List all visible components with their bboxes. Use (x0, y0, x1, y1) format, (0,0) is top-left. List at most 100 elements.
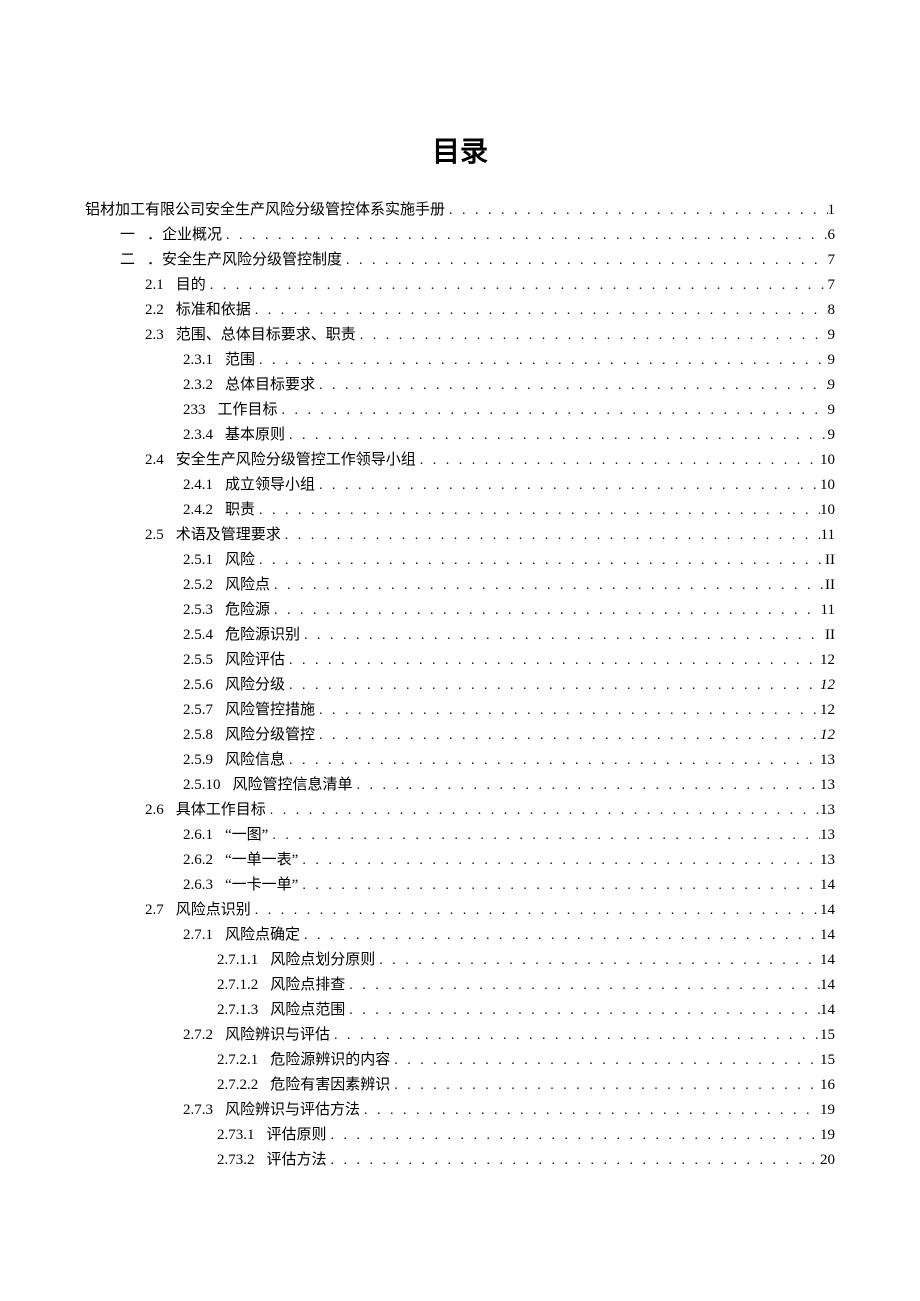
toc-entry[interactable]: 2.3.4基本原则. . . . . . . . . . . . . . . .… (85, 423, 835, 448)
toc-leader-dots: . . . . . . . . . . . . . . . . . . . . … (285, 673, 820, 698)
toc-leader-dots: . . . . . . . . . . . . . . . . . . . . … (356, 323, 828, 348)
toc-entry[interactable]: 2.7.1.3风险点范围. . . . . . . . . . . . . . … (85, 998, 835, 1023)
toc-entry[interactable]: 2.7.3风险辨识与评估方法. . . . . . . . . . . . . … (85, 1098, 835, 1123)
toc-entry[interactable]: 2.5.8风险分级管控. . . . . . . . . . . . . . .… (85, 723, 835, 748)
toc-entry[interactable]: 2.7.2.2危险有害因素辨识. . . . . . . . . . . . .… (85, 1073, 835, 1098)
toc-leader-dots: . . . . . . . . . . . . . . . . . . . . … (251, 898, 820, 923)
toc-entry-text: 风险点范围 (270, 998, 345, 1023)
toc-leader-dots: . . . . . . . . . . . . . . . . . . . . … (330, 1023, 820, 1048)
toc-entry[interactable]: 2.5.9风险信息. . . . . . . . . . . . . . . .… (85, 748, 835, 773)
toc-entry-page: 8 (828, 298, 836, 323)
toc-leader-dots: . . . . . . . . . . . . . . . . . . . . … (270, 573, 825, 598)
toc-entry-page: 1 (828, 198, 836, 223)
toc-entry[interactable]: 一．企业概况. . . . . . . . . . . . . . . . . … (85, 223, 835, 248)
toc-entry[interactable]: 2.5.10风险管控信息清单. . . . . . . . . . . . . … (85, 773, 835, 798)
toc-entry-number: 2.5.3 (183, 598, 225, 623)
toc-entry[interactable]: 2.4安全生产风险分级管控工作领导小组. . . . . . . . . . .… (85, 448, 835, 473)
toc-entry[interactable]: 2.6具体工作目标. . . . . . . . . . . . . . . .… (85, 798, 835, 823)
toc-entry-text: 职责 (225, 498, 255, 523)
toc-entry-page: 10 (820, 448, 835, 473)
toc-entry[interactable]: 2.7.2.1危险源辨识的内容. . . . . . . . . . . . .… (85, 1048, 835, 1073)
toc-entry[interactable]: 2.7.1风险点确定. . . . . . . . . . . . . . . … (85, 923, 835, 948)
toc-entry-number: 2.7.2 (183, 1023, 225, 1048)
toc-entry[interactable]: 2.3.2总体目标要求. . . . . . . . . . . . . . .… (85, 373, 835, 398)
toc-entry[interactable]: 2.5术语及管理要求. . . . . . . . . . . . . . . … (85, 523, 835, 548)
toc-entry-number: 2.6 (145, 798, 176, 823)
toc-entry-text: “一卡一单” (225, 873, 298, 898)
toc-entry-page: II (825, 623, 835, 648)
toc-entry[interactable]: 233工作目标. . . . . . . . . . . . . . . . .… (85, 398, 835, 423)
toc-entry[interactable]: 2.7.2风险辨识与评估. . . . . . . . . . . . . . … (85, 1023, 835, 1048)
toc-entry-page: 12 (820, 698, 835, 723)
toc-entry-number: 2.73.1 (217, 1123, 267, 1148)
toc-leader-dots: . . . . . . . . . . . . . . . . . . . . … (315, 473, 820, 498)
toc-entry-number: 233 (183, 398, 218, 423)
toc-entry[interactable]: 2.73.2评估方法. . . . . . . . . . . . . . . … (85, 1148, 835, 1173)
toc-leader-dots: . . . . . . . . . . . . . . . . . . . . … (342, 248, 827, 273)
toc-entry[interactable]: 2.5.5风险评估. . . . . . . . . . . . . . . .… (85, 648, 835, 673)
toc-entry-page: 14 (820, 923, 835, 948)
toc-entry-number: 2.5.9 (183, 748, 225, 773)
toc-entry-number: 2.5.7 (183, 698, 225, 723)
toc-entry-number: 2.3.2 (183, 373, 225, 398)
toc-entry-number: 2.7.2.2 (217, 1073, 270, 1098)
toc-entry-text: 范围、总体目标要求、职责 (176, 323, 356, 348)
toc-entry[interactable]: 2.5.4危险源识别. . . . . . . . . . . . . . . … (85, 623, 835, 648)
toc-entry[interactable]: 2.6.3“一卡一单”. . . . . . . . . . . . . . .… (85, 873, 835, 898)
toc-leader-dots: . . . . . . . . . . . . . . . . . . . . … (270, 598, 821, 623)
toc-entry[interactable]: 2.7.1.1风险点划分原则. . . . . . . . . . . . . … (85, 948, 835, 973)
toc-entry-page: 9 (828, 323, 836, 348)
toc-entry-page: 14 (820, 898, 835, 923)
toc-leader-dots: . . . . . . . . . . . . . . . . . . . . … (281, 523, 821, 548)
toc-entry-text: “一图” (225, 823, 268, 848)
toc-entry[interactable]: 二．安全生产风险分级管控制度. . . . . . . . . . . . . … (85, 248, 835, 273)
toc-leader-dots: . . . . . . . . . . . . . . . . . . . . … (353, 773, 820, 798)
toc-entry[interactable]: 2.1目的. . . . . . . . . . . . . . . . . .… (85, 273, 835, 298)
toc-entry-number: 2.6.2 (183, 848, 225, 873)
toc-leader-dots: . . . . . . . . . . . . . . . . . . . . … (255, 548, 825, 573)
toc-entry[interactable]: 2.7.1.2风险点排查. . . . . . . . . . . . . . … (85, 973, 835, 998)
toc-entry-text: 危险有害因素辨识 (270, 1073, 390, 1098)
toc-entry[interactable]: 2.7风险点识别. . . . . . . . . . . . . . . . … (85, 898, 835, 923)
toc-entry[interactable]: 2.5.2风险点. . . . . . . . . . . . . . . . … (85, 573, 835, 598)
toc-entry[interactable]: 2.2标准和依据. . . . . . . . . . . . . . . . … (85, 298, 835, 323)
toc-entry[interactable]: 2.3范围、总体目标要求、职责. . . . . . . . . . . . .… (85, 323, 835, 348)
toc-entry[interactable]: 2.5.1风险. . . . . . . . . . . . . . . . .… (85, 548, 835, 573)
toc-entry[interactable]: 2.4.2职责. . . . . . . . . . . . . . . . .… (85, 498, 835, 523)
toc-entry[interactable]: 2.5.3危险源. . . . . . . . . . . . . . . . … (85, 598, 835, 623)
toc-entry-page: 9 (828, 398, 836, 423)
toc-entry-number: 2.7.2.1 (217, 1048, 270, 1073)
toc-entry-page: 19 (820, 1123, 835, 1148)
toc-leader-dots: . . . . . . . . . . . . . . . . . . . . … (285, 748, 820, 773)
toc-leader-dots: . . . . . . . . . . . . . . . . . . . . … (360, 1098, 820, 1123)
toc-entry-number: 2.3.4 (183, 423, 225, 448)
toc-entry-page: 13 (820, 748, 835, 773)
toc-entry-page: 7 (828, 273, 836, 298)
toc-entry-text: 风险分级管控 (225, 723, 315, 748)
toc-entry[interactable]: 2.6.2“一单一表”. . . . . . . . . . . . . . .… (85, 848, 835, 873)
toc-entry-text: 风险点识别 (176, 898, 251, 923)
toc-leader-dots: . . . . . . . . . . . . . . . . . . . . … (206, 273, 828, 298)
toc-entry-text: 风险辨识与评估 (225, 1023, 330, 1048)
toc-entry[interactable]: 铝材加工有限公司安全生产风险分级管控体系实施手册. . . . . . . . … (85, 198, 835, 223)
toc-entry[interactable]: 2.5.6风险分级. . . . . . . . . . . . . . . .… (85, 673, 835, 698)
toc-entry-number: 2.5.1 (183, 548, 225, 573)
toc-entry[interactable]: 2.3.1范围. . . . . . . . . . . . . . . . .… (85, 348, 835, 373)
toc-entry-number: 一 (120, 223, 147, 248)
toc-entry-page: 10 (820, 473, 835, 498)
toc-entry-text: 总体目标要求 (225, 373, 315, 398)
toc-entry[interactable]: 2.5.7风险管控措施. . . . . . . . . . . . . . .… (85, 698, 835, 723)
toc-entry[interactable]: 2.4.1成立领导小组. . . . . . . . . . . . . . .… (85, 473, 835, 498)
toc-entry-number: 2.73.2 (217, 1148, 267, 1173)
toc-entry-number: 2.5.5 (183, 648, 225, 673)
toc-leader-dots: . . . . . . . . . . . . . . . . . . . . … (222, 223, 827, 248)
toc-entry[interactable]: 2.6.1“一图”. . . . . . . . . . . . . . . .… (85, 823, 835, 848)
toc-leader-dots: . . . . . . . . . . . . . . . . . . . . … (266, 798, 820, 823)
toc-entry-text: 术语及管理要求 (176, 523, 281, 548)
toc-entry-page: 9 (828, 373, 836, 398)
toc-entry[interactable]: 2.73.1评估原则. . . . . . . . . . . . . . . … (85, 1123, 835, 1148)
toc-entry-text: 范围 (225, 348, 255, 373)
toc-leader-dots: . . . . . . . . . . . . . . . . . . . . … (390, 1048, 820, 1073)
toc-entry-number: 2.5.2 (183, 573, 225, 598)
toc-entry-number: 2.4.2 (183, 498, 225, 523)
